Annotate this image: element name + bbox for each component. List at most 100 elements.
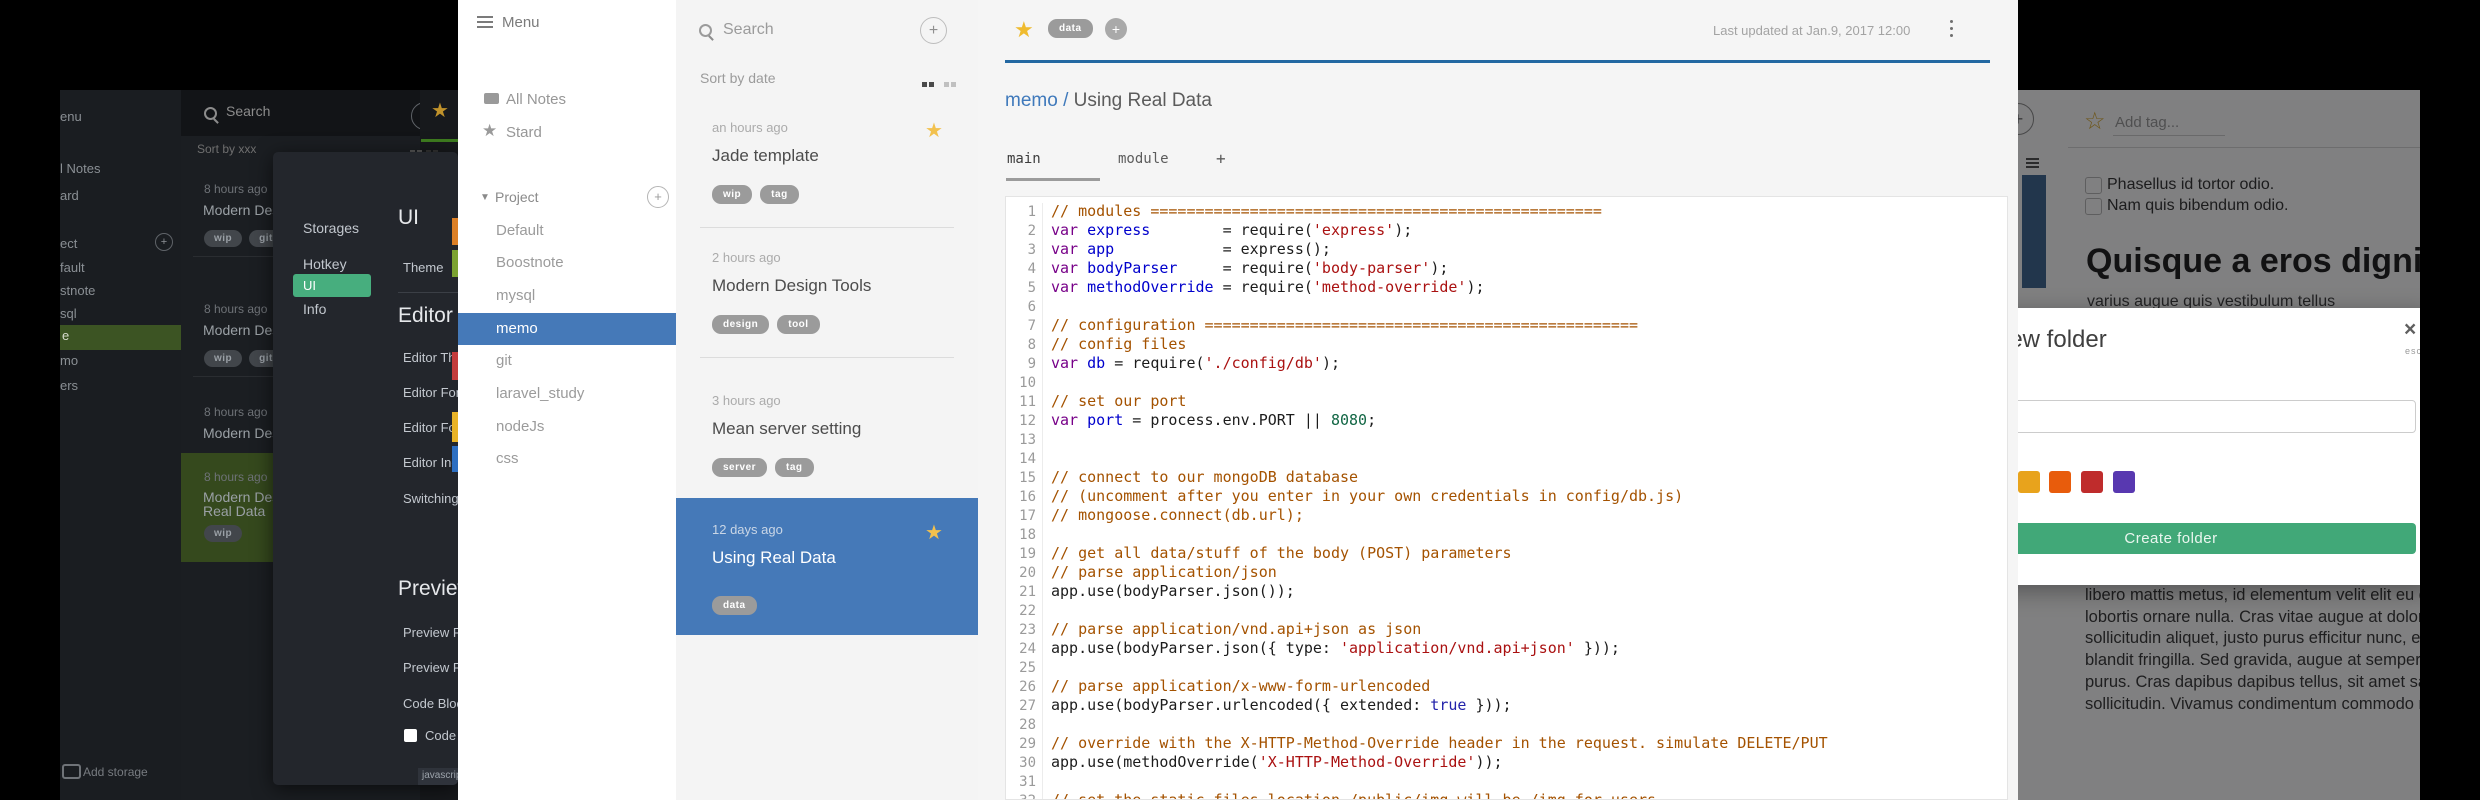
tab-main[interactable]: main: [1007, 151, 1041, 167]
dark-sidebar-item[interactable]: fault: [60, 260, 85, 275]
line-number: 24: [1006, 640, 1043, 659]
line-number: 17: [1006, 507, 1043, 526]
black-region: [2420, 0, 2480, 800]
menu-icon[interactable]: [477, 16, 493, 18]
code-token: // config files: [1051, 335, 1187, 353]
dark-sidebar-item[interactable]: ard: [60, 188, 79, 203]
line-number: 23: [1006, 621, 1043, 640]
settings-nav-item[interactable]: Info: [303, 301, 326, 317]
menu-label[interactable]: Menu: [502, 14, 540, 31]
code-token: );: [1321, 354, 1340, 372]
code-token: 'express': [1312, 221, 1395, 239]
dark-sidebar-item[interactable]: mo: [60, 353, 78, 368]
tab-module[interactable]: module: [1118, 151, 1169, 167]
preview-section-title: Preview: [398, 577, 458, 600]
note-list-item[interactable]: ★ an hours ago Jade template wip tag: [676, 96, 978, 227]
folder-color-swatch[interactable]: [2049, 471, 2071, 493]
folder-color-swatch[interactable]: [2018, 471, 2040, 493]
note-list-item[interactable]: 2 hours ago Modern Design Tools design tool: [676, 226, 978, 357]
line-number: 1: [1006, 203, 1043, 222]
dark-sidebar-item[interactable]: ers: [60, 378, 78, 393]
dark-sidebar-item[interactable]: stnote: [60, 283, 95, 298]
note-list-item[interactable]: ★ 12 days ago Using Real Data data: [676, 498, 978, 635]
add-folder-button[interactable]: +: [155, 233, 173, 251]
note-tags: server tag: [712, 457, 822, 477]
black-region: [2018, 0, 2480, 90]
breadcrumb-folder[interactable]: memo /: [1005, 90, 1074, 111]
dark-sidebar-item[interactable]: enu: [60, 109, 82, 124]
dark-sort-label[interactable]: Sort by xxx: [197, 142, 256, 156]
folder-color-swatch[interactable]: [2113, 471, 2135, 493]
sort-by-dropdown[interactable]: Sort by date: [700, 70, 776, 86]
line-number: 11: [1006, 393, 1043, 412]
search-icon: [699, 24, 712, 37]
dark-sidebar-item[interactable]: sql: [60, 306, 77, 321]
create-folder-button[interactable]: Create folder: [2018, 523, 2416, 554]
code-line: 24 app.use(bodyParser.json({ type: 'appli…: [1006, 639, 2007, 659]
folder-name-input[interactable]: [2018, 400, 2416, 433]
tag-pill: server: [712, 458, 768, 477]
code-token: // parse application/vnd.api+json as jso…: [1051, 620, 1422, 638]
code-line: 23 // parse application/vnd.api+json as j…: [1006, 620, 2007, 640]
code-line: 27 app.use(bodyParser.urlencoded({ extend…: [1006, 696, 2007, 716]
note-tag-pill[interactable]: data: [1048, 19, 1093, 38]
new-note-button[interactable]: +: [920, 17, 947, 44]
sidebar-folder[interactable]: Boostnote: [496, 254, 564, 271]
add-folder-button[interactable]: +: [647, 186, 669, 208]
note-date: 3 hours ago: [712, 393, 781, 408]
line-number: 9: [1006, 355, 1043, 374]
code-token: ;: [1367, 411, 1377, 429]
sidebar-folder[interactable]: css: [496, 450, 519, 467]
add-tab-button[interactable]: +: [1216, 149, 1226, 168]
close-icon[interactable]: ×: [2404, 318, 2416, 342]
line-number: 16: [1006, 488, 1043, 507]
line-number: 31: [1006, 773, 1043, 792]
sidebar-folder[interactable]: mysql: [496, 287, 535, 304]
sidebar-folder[interactable]: Default: [496, 222, 544, 239]
code-line: 25: [1006, 658, 2007, 678]
code-line: 20 // parse application/json: [1006, 563, 2007, 583]
sidebar-folder[interactable]: laravel_study: [496, 385, 584, 402]
code-language-select[interactable]: javascript: [418, 768, 458, 785]
all-notes-icon: [484, 93, 499, 104]
grid-view-icon[interactable]: [922, 74, 936, 92]
list-view-icon[interactable]: [944, 74, 958, 92]
sidebar-folder[interactable]: git: [496, 352, 512, 369]
folder-color-swatch[interactable]: [2081, 471, 2103, 493]
code-token: express: [1087, 221, 1151, 239]
code-token: = require(: [1213, 278, 1313, 296]
add-tag-button[interactable]: +: [1105, 18, 1127, 40]
sidebar-folder-selected[interactable]: memo: [458, 313, 676, 345]
sidebar-item-all-notes[interactable]: All Notes: [506, 91, 566, 108]
divider: [398, 292, 458, 293]
star-icon[interactable]: ★: [431, 98, 449, 123]
note-list-item[interactable]: 3 hours ago Mean server setting server tag: [676, 369, 978, 500]
code-token: true: [1430, 696, 1467, 714]
code-block-checkbox[interactable]: [404, 729, 417, 742]
code-editor[interactable]: 1 // modules ============================…: [1005, 196, 2008, 800]
last-updated-label: Last updated at Jan.9, 2017 12:00: [1713, 23, 1911, 38]
dark-sidebar-item[interactable]: e: [60, 325, 183, 350]
star-icon[interactable]: ★: [1014, 17, 1034, 43]
line-number: 2: [1006, 222, 1043, 241]
more-options-icon[interactable]: [1950, 20, 1953, 41]
dark-sidebar-item[interactable]: l Notes: [60, 161, 100, 176]
settings-nav-selected[interactable]: UI: [293, 274, 371, 297]
chevron-down-icon[interactable]: ▼: [480, 192, 490, 203]
sidebar-item-starred[interactable]: Stard: [506, 124, 542, 141]
code-token: bodyParser: [1087, 259, 1178, 277]
settings-nav-item[interactable]: Storages: [303, 220, 359, 236]
add-storage-label[interactable]: Add storage: [83, 765, 148, 779]
star-icon[interactable]: ★: [925, 520, 943, 545]
sidebar-folder[interactable]: nodeJs: [496, 418, 544, 435]
star-icon[interactable]: ★: [925, 118, 943, 143]
dark-sidebar-item[interactable]: ect +: [60, 233, 173, 251]
code-line: 9 var db = require('./config/db');: [1006, 354, 2007, 374]
dark-search-bar[interactable]: Search +: [181, 90, 439, 136]
settings-nav-item[interactable]: Hotkey: [303, 256, 347, 272]
code-line: 29 // override with the X-HTTP-Method-Ove…: [1006, 734, 2007, 754]
note-date: 8 hours ago: [204, 182, 268, 196]
search-input[interactable]: Search: [723, 21, 774, 39]
project-header[interactable]: Project: [495, 189, 539, 205]
modal-title: New folder: [2018, 326, 2107, 353]
